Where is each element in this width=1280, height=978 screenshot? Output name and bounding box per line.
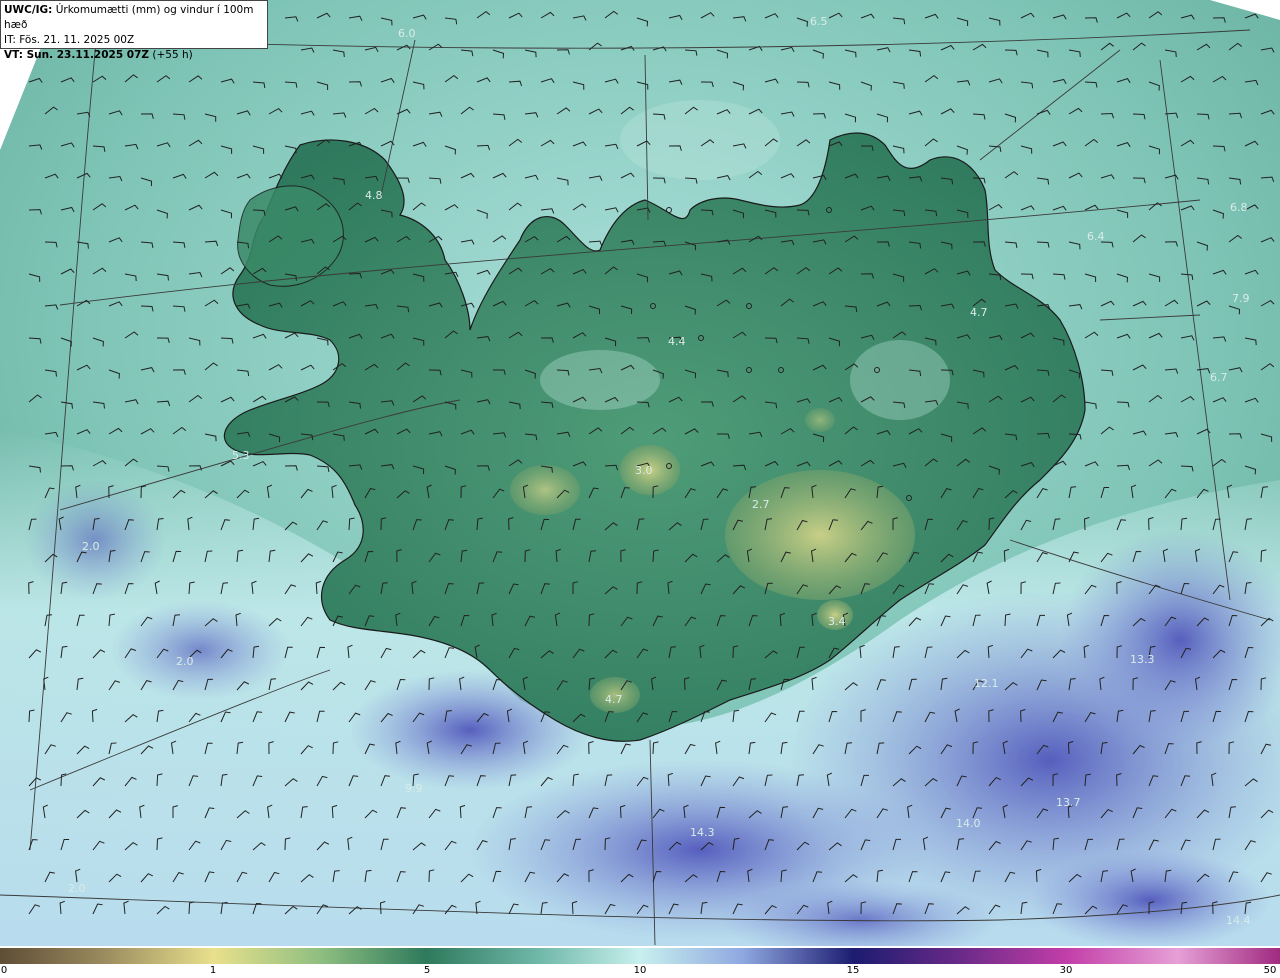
map-header: UWC/IG: Úrkomumætti (mm) og vindur í 100… [0,0,268,61]
header-valid-time: VT: Sun. 23.11.2025 07Z (+55 h) [4,49,193,61]
value-label: 3.0 [635,464,653,477]
value-label: 2.0 [176,655,194,668]
value-label: 7.9 [1232,292,1250,305]
colorbar-tick: 50 [1263,965,1277,976]
colorbar-tick: 0 [0,965,8,976]
header-init-time: IT: Fös. 21. 11. 2025 00Z [4,34,135,46]
value-label: 2.7 [752,498,770,511]
value-label: 6.4 [1087,230,1105,243]
value-label: 6.7 [1210,371,1228,384]
colorbar-tick: 1 [209,965,217,976]
header-title: UWC/IG: Úrkomumætti (mm) og vindur í 100… [4,4,254,31]
value-label: 2.0 [68,882,86,895]
colorbar-tick: 15 [846,965,860,976]
value-label: 6.0 [398,27,416,40]
colorbar-tick: 30 [1059,965,1073,976]
value-label: 4.8 [365,189,383,202]
colorbar: 0 1 5 10 15 30 50 [0,948,1280,978]
value-label: 14.4 [1226,914,1251,927]
value-label: 13.7 [1056,796,1081,809]
value-label: 12.1 [974,677,999,690]
value-label: 3.4 [828,615,846,628]
value-label: 6.5 [810,15,828,28]
colorbar-tick: 10 [633,965,647,976]
colorbar-gradient [0,948,1280,964]
value-label: 4.7 [970,306,988,319]
value-label: 14.0 [956,817,981,830]
value-label: 6.8 [1230,201,1248,214]
colorbar-tick: 5 [423,965,431,976]
value-label: 4.7 [605,693,623,706]
precipitation-map: 6.0 6.5 4.8 6.8 6.4 4.7 7.9 4.4 6.7 5.3 … [0,0,1280,946]
value-label: 2.0 [82,540,100,553]
value-label: 5.3 [232,449,250,462]
value-label: 13.3 [1130,653,1155,666]
value-label: 9.9 [405,782,423,795]
value-label: 4.4 [668,335,686,348]
value-label: 14.3 [690,826,715,839]
